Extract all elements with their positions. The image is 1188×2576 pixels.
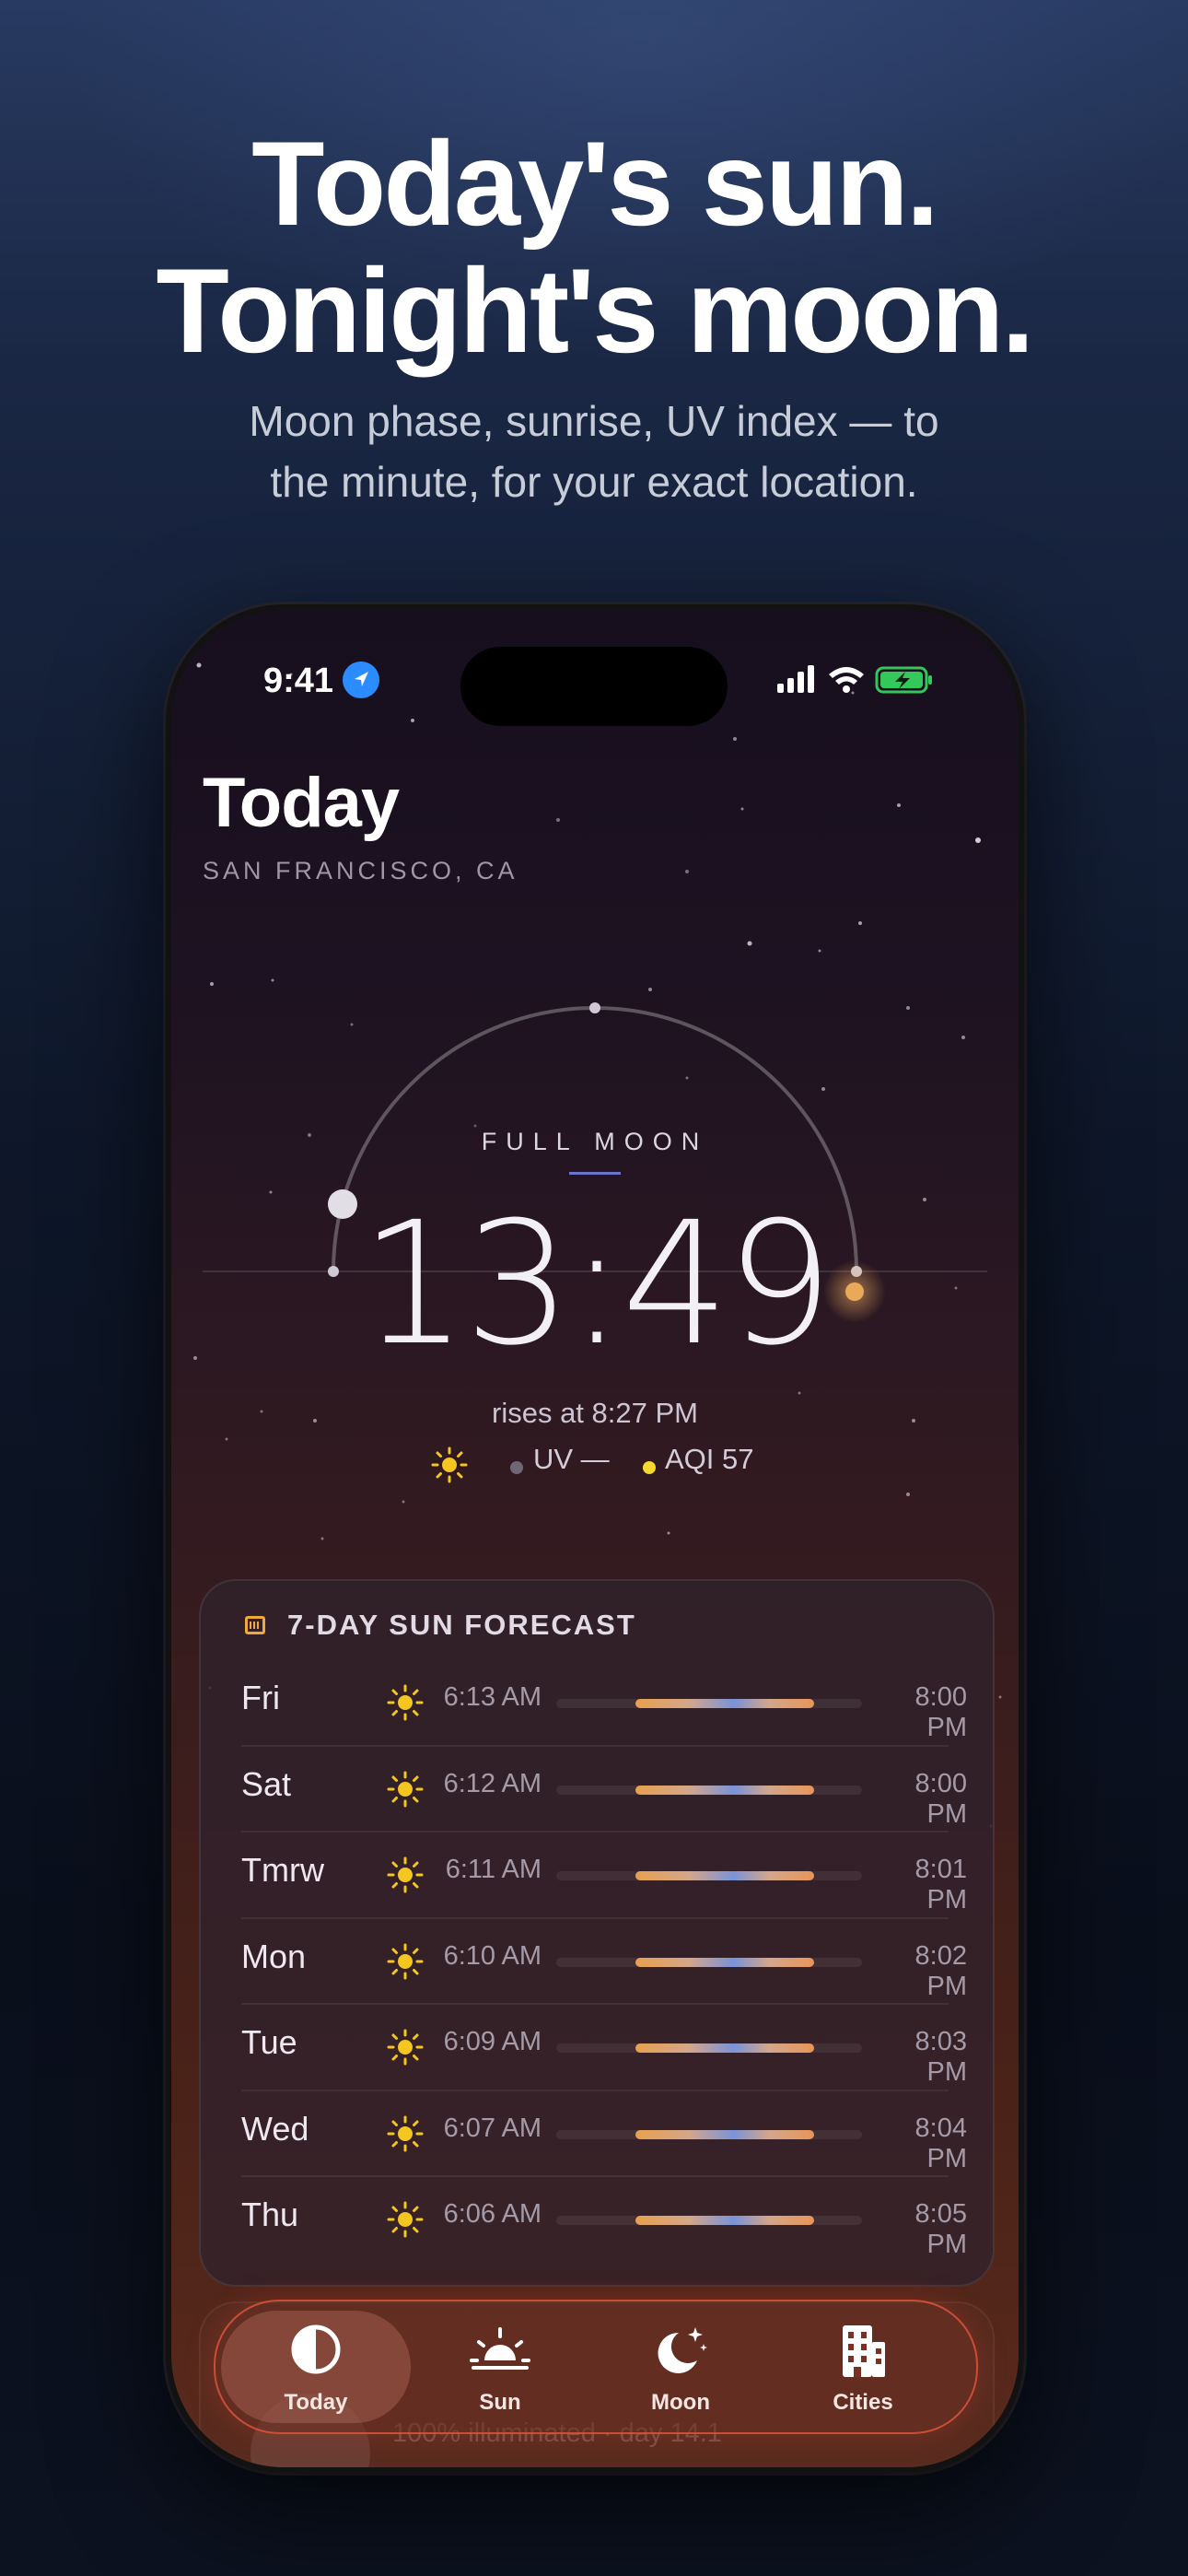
daylight-bar [635, 1785, 814, 1795]
location-arrow-icon [343, 662, 379, 698]
daylight-track [556, 2129, 862, 2139]
moon-phase-label: FULL MOON [481, 1128, 709, 1155]
day-label: Sat [241, 1764, 292, 1803]
sunrise-time: 6:11 AM [445, 1855, 542, 1884]
day-label: Tue [241, 2023, 297, 2061]
moonrise-label: rises at 8:27 PM [492, 1397, 698, 1429]
row-divider [241, 2175, 949, 2177]
status-icons [777, 665, 932, 694]
tab-label: Moon [651, 2390, 710, 2415]
calendar-icon [245, 1616, 265, 1634]
daylight-track [556, 2043, 862, 2053]
card-title: 7-DAY SUN FORECAST [287, 1609, 636, 1641]
daylight-track [556, 1871, 862, 1880]
forecast-row[interactable]: Tmrw 6:11 AM 8:01 PM [227, 1831, 967, 1916]
dynamic-island [460, 647, 728, 726]
phone-screen: 9:41 Today SAN FRANCISCO, CA FULL MOON 1… [171, 610, 1019, 2467]
sun-icon [387, 1684, 424, 1726]
headline-line-1: Today's sun. [251, 116, 939, 251]
phase-underline [569, 1172, 621, 1175]
tab-today[interactable]: Today [221, 2311, 411, 2423]
daylight-bar [635, 1699, 814, 1708]
daylight-bar [635, 1957, 814, 1967]
sun-forecast-card: 7-DAY SUN FORECAST Fri 6:13 AM 8:00 PM Sat 6… [199, 1579, 995, 2287]
sunrise-time: 6:07 AM [443, 2113, 542, 2143]
daylight-bar [635, 1871, 814, 1880]
sun-icon [387, 1943, 424, 1985]
wifi-icon [829, 667, 864, 693]
row-divider [241, 1744, 949, 1747]
headline-line-2: Tonight's moon. [156, 243, 1034, 378]
daylight-bar [635, 2216, 814, 2225]
day-label: Tmrw [241, 1851, 324, 1889]
sun-icon [387, 2029, 424, 2070]
sunset-time: 8:02 PM [914, 1940, 967, 2001]
tab-cities[interactable]: Cities [768, 2311, 958, 2423]
day-label: Fri [241, 1679, 280, 1716]
forecast-row[interactable]: Fri 6:13 AM 8:00 PM [227, 1658, 967, 1744]
row-divider [241, 1831, 949, 1832]
sunset-time: 8:03 PM [914, 2027, 967, 2087]
sunset-time: 8:01 PM [914, 1855, 967, 1914]
aqi-dot [643, 1461, 656, 1474]
phone-frame: 9:41 Today SAN FRANCISCO, CA FULL MOON 1… [166, 604, 1024, 2473]
location-label: SAN FRANCISCO, CA [203, 857, 518, 884]
sun-icon [387, 2115, 424, 2157]
forecast-row[interactable]: Wed 6:07 AM 8:04 PM [227, 2089, 967, 2175]
sunset-time: 8:00 PM [914, 1768, 967, 1829]
row-divider [241, 2089, 949, 2091]
daylight-track [556, 1699, 862, 1708]
day-label: Wed [241, 2109, 309, 2148]
day-label: Mon [241, 1937, 307, 1975]
page-title: Today [203, 764, 400, 842]
uv-dot [510, 1461, 523, 1474]
tab-label: Today [284, 2390, 348, 2415]
sunrise-icon [470, 2327, 530, 2370]
sun-icon [387, 2201, 424, 2242]
daylight-track [556, 2216, 862, 2225]
sunrise-time: 6:10 AM [443, 1940, 542, 1971]
row-divider [241, 1916, 949, 1919]
sunset-time: 8:00 PM [914, 1682, 967, 1742]
aqi-label: AQI 57 [665, 1443, 754, 1475]
sun-icon [387, 1771, 424, 1812]
forecast-row[interactable]: Sat 6:12 AM 8:00 PM [227, 1744, 967, 1831]
half-circle-icon [291, 2324, 341, 2374]
sunrise-time: 6:06 AM [443, 2199, 542, 2229]
daylight-bar [635, 2043, 814, 2053]
sunrise-time: 6:12 AM [443, 1768, 542, 1798]
building-icon [843, 2325, 885, 2377]
forecast-row[interactable]: Mon 6:10 AM 8:02 PM [227, 1916, 967, 2003]
tab-bar: Today Sun Moon Cities [214, 2300, 978, 2434]
countdown-time: 13:49 [359, 1186, 833, 1383]
sun-icon [431, 1446, 468, 1483]
uv-label: UV — [533, 1443, 610, 1475]
sun-icon [387, 1856, 424, 1898]
day-label: Thu [241, 2195, 299, 2233]
tab-label: Sun [479, 2390, 521, 2415]
daylight-bar [635, 2129, 814, 2139]
row-divider [241, 2003, 949, 2005]
moon-stars-icon [658, 2327, 707, 2373]
tab-moon[interactable]: Moon [586, 2311, 775, 2423]
forecast-row[interactable]: Tue 6:09 AM 8:03 PM [227, 2003, 967, 2089]
sunset-time: 8:04 PM [914, 2113, 967, 2173]
battery-charging-icon [875, 666, 932, 694]
status-time: 9:41 [263, 662, 334, 700]
daylight-track [556, 1957, 862, 1967]
daylight-track [556, 1785, 862, 1795]
sunrise-time: 6:09 AM [443, 2027, 542, 2056]
forecast-row[interactable]: Thu 6:06 AM 8:05 PM [227, 2175, 967, 2261]
status-bar: 9:41 [171, 610, 1019, 757]
sunset-time: 8:05 PM [914, 2199, 967, 2259]
cellular-signal-icon [777, 665, 814, 693]
sunrise-time: 6:13 AM [443, 1682, 542, 1712]
subhead-line-1: Moon phase, sunrise, UV index — to [249, 397, 939, 445]
tab-label: Cities [833, 2390, 893, 2415]
tab-sun[interactable]: Sun [405, 2311, 595, 2423]
subhead-line-2: the minute, for your exact location. [270, 458, 918, 506]
